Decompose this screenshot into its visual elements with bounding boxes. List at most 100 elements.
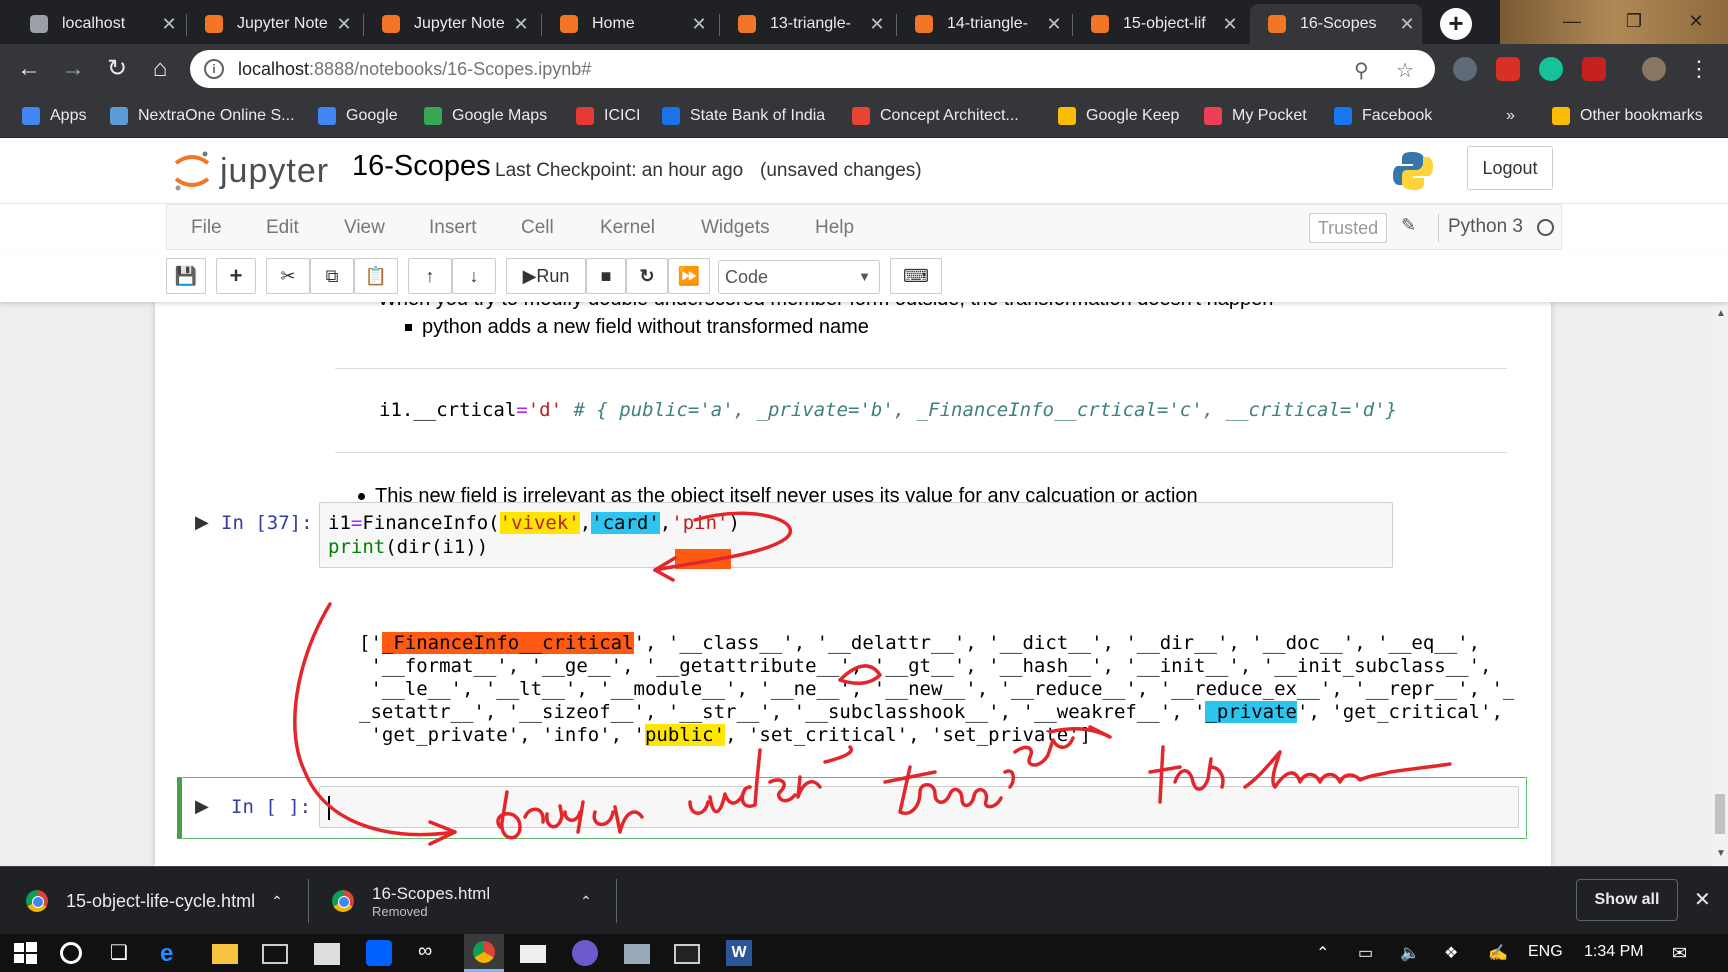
bookmark-item[interactable]: Google Maps — [424, 104, 547, 128]
restore-icon[interactable]: ❐ — [1614, 6, 1654, 36]
close-tab-icon[interactable]: ✕ — [506, 14, 536, 35]
scroll-up-icon[interactable]: ▲ — [1716, 308, 1726, 319]
browser-tab[interactable]: 16-Scopes ✕ — [1250, 4, 1422, 44]
zoom-icon[interactable]: ⚲ — [1354, 58, 1369, 83]
menu-file[interactable]: File — [191, 217, 222, 239]
restart-run-all-icon[interactable]: ⏩ — [668, 258, 710, 294]
close-tab-icon[interactable]: ✕ — [684, 14, 714, 35]
back-icon[interactable]: ← — [12, 53, 46, 85]
move-down-icon[interactable]: ↓ — [452, 258, 496, 294]
menu-view[interactable]: View — [344, 217, 385, 239]
download-item[interactable]: 16-Scopes.html Removed ⌃ — [332, 867, 612, 935]
language-indicator[interactable]: ENG — [1528, 943, 1563, 961]
pen-icon[interactable]: ✍ — [1488, 943, 1508, 963]
address-bar[interactable]: i localhost:8888/notebooks/16-Scopes.ipy… — [190, 50, 1435, 88]
site-info-icon[interactable]: i — [204, 59, 224, 79]
close-tab-icon[interactable]: ✕ — [1392, 14, 1422, 35]
dropbox-icon[interactable] — [366, 940, 392, 966]
menu-cell[interactable]: Cell — [521, 217, 554, 239]
menu-insert[interactable]: Insert — [429, 217, 477, 239]
scrollbar-thumb[interactable] — [1715, 794, 1725, 834]
tray-overflow-icon[interactable]: ⌃ — [1316, 943, 1329, 963]
close-shelf-icon[interactable]: ✕ — [1694, 887, 1711, 912]
cell-type-select[interactable]: Code ▼ — [718, 260, 880, 294]
battery-icon[interactable]: ▭ — [1358, 943, 1373, 963]
browser-tab[interactable]: Jupyter Note ✕ — [187, 4, 359, 44]
bookmark-star-icon[interactable]: ☆ — [1396, 58, 1414, 83]
browser-tab[interactable]: 15-object-lif ✕ — [1073, 4, 1245, 44]
insert-cell-icon[interactable]: + — [216, 258, 256, 294]
restart-kernel-icon[interactable]: ↻ — [626, 258, 668, 294]
browser-tab[interactable]: Jupyter Note ✕ — [364, 4, 536, 44]
mail-icon[interactable] — [520, 945, 546, 963]
close-window-icon[interactable]: ✕ — [1676, 6, 1716, 36]
bookmark-item[interactable]: State Bank of India — [662, 104, 825, 128]
browser-tab[interactable]: 14-triangle- ✕ — [897, 4, 1069, 44]
close-tab-icon[interactable]: ✕ — [1215, 14, 1245, 35]
store-icon[interactable] — [314, 943, 340, 965]
gmail-extension-icon[interactable] — [1582, 57, 1606, 81]
bookmark-item[interactable]: Google — [318, 104, 398, 128]
close-tab-icon[interactable]: ✕ — [862, 14, 892, 35]
reload-icon[interactable]: ↻ — [100, 53, 134, 85]
bookmark-item[interactable]: Facebook — [1334, 104, 1432, 128]
home-icon[interactable]: ⌂ — [143, 53, 177, 85]
menu-kernel[interactable]: Kernel — [600, 217, 655, 239]
chevron-up-icon[interactable]: ⌃ — [580, 893, 592, 910]
word-icon[interactable]: W — [726, 940, 752, 966]
page-scrollbar[interactable]: ▲ ▼ — [1712, 302, 1728, 866]
bookmark-item[interactable]: NextraOne Online S... — [110, 104, 295, 128]
move-up-icon[interactable]: ↑ — [408, 258, 452, 294]
copy-icon[interactable]: ⧉ — [310, 258, 354, 294]
cut-icon[interactable]: ✂ — [266, 258, 310, 294]
menu-widgets[interactable]: Widgets — [701, 217, 770, 239]
menu-edit[interactable]: Edit — [266, 217, 299, 239]
extension-pdf-icon[interactable] — [1496, 57, 1520, 81]
bookmark-item[interactable]: Google Keep — [1058, 104, 1179, 128]
other-bookmarks[interactable]: Other bookmarks — [1552, 104, 1703, 128]
close-tab-icon[interactable]: ✕ — [1039, 14, 1069, 35]
grammarly-icon[interactable] — [1539, 57, 1563, 81]
jupyter-logo[interactable]: jupyter — [172, 148, 329, 194]
scroll-down-icon[interactable]: ▼ — [1716, 848, 1726, 859]
menu-kebab-icon[interactable]: ⋮ — [1682, 53, 1716, 85]
logout-button[interactable]: Logout — [1467, 146, 1553, 190]
new-tab-button[interactable]: + — [1440, 8, 1472, 40]
extension-icon[interactable] — [1453, 57, 1477, 81]
bookmarks-overflow-button[interactable]: » — [1506, 104, 1515, 128]
clock[interactable]: 1:34 PM — [1584, 943, 1644, 961]
show-all-button[interactable]: Show all — [1576, 879, 1678, 921]
save-icon[interactable]: 💾 — [166, 258, 206, 294]
browser-tab[interactable]: 13-triangle- ✕ — [720, 4, 892, 44]
edit-pencil-icon[interactable]: ✎ — [1401, 215, 1416, 236]
browser-tab[interactable]: localhost ✕ — [12, 4, 184, 44]
interrupt-icon[interactable]: ■ — [586, 258, 626, 294]
bookmark-item[interactable]: My Pocket — [1204, 104, 1307, 128]
keyboard-shortcuts-icon[interactable]: ⌨ — [890, 258, 942, 294]
windows-start-icon[interactable] — [12, 940, 38, 966]
browser-tab[interactable]: Home ✕ — [542, 4, 714, 44]
dropbox-tray-icon[interactable]: ❖ — [1444, 943, 1458, 963]
app-infinity-icon[interactable]: ∞ — [418, 940, 444, 966]
app-icon[interactable] — [624, 944, 650, 964]
profile-avatar[interactable] — [1642, 57, 1666, 81]
forward-icon[interactable]: → — [56, 53, 90, 85]
app-icon[interactable] — [572, 940, 598, 966]
kernel-name[interactable]: Python 3 — [1448, 216, 1523, 238]
trusted-indicator[interactable]: Trusted — [1309, 213, 1387, 243]
close-tab-icon[interactable]: ✕ — [329, 14, 359, 35]
edge-icon[interactable]: e — [160, 940, 186, 967]
volume-icon[interactable]: 🔈 — [1400, 943, 1420, 963]
terminal-icon[interactable] — [262, 944, 288, 964]
bookmark-item[interactable]: Apps — [22, 104, 86, 128]
bookmark-item[interactable]: ICICI — [576, 104, 640, 128]
file-explorer-icon[interactable] — [212, 944, 238, 964]
run-button[interactable]: ▶​ Run — [506, 258, 586, 294]
task-view-icon[interactable]: ❏ — [110, 940, 136, 966]
action-center-icon[interactable]: ✉ — [1672, 943, 1687, 964]
menu-help[interactable]: Help — [815, 217, 854, 239]
minimize-icon[interactable]: — — [1552, 6, 1592, 36]
cmd-icon[interactable] — [674, 944, 700, 964]
download-item[interactable]: 15-object-life-cycle.html ⌃ — [26, 867, 306, 935]
paste-icon[interactable]: 📋 — [354, 258, 398, 294]
